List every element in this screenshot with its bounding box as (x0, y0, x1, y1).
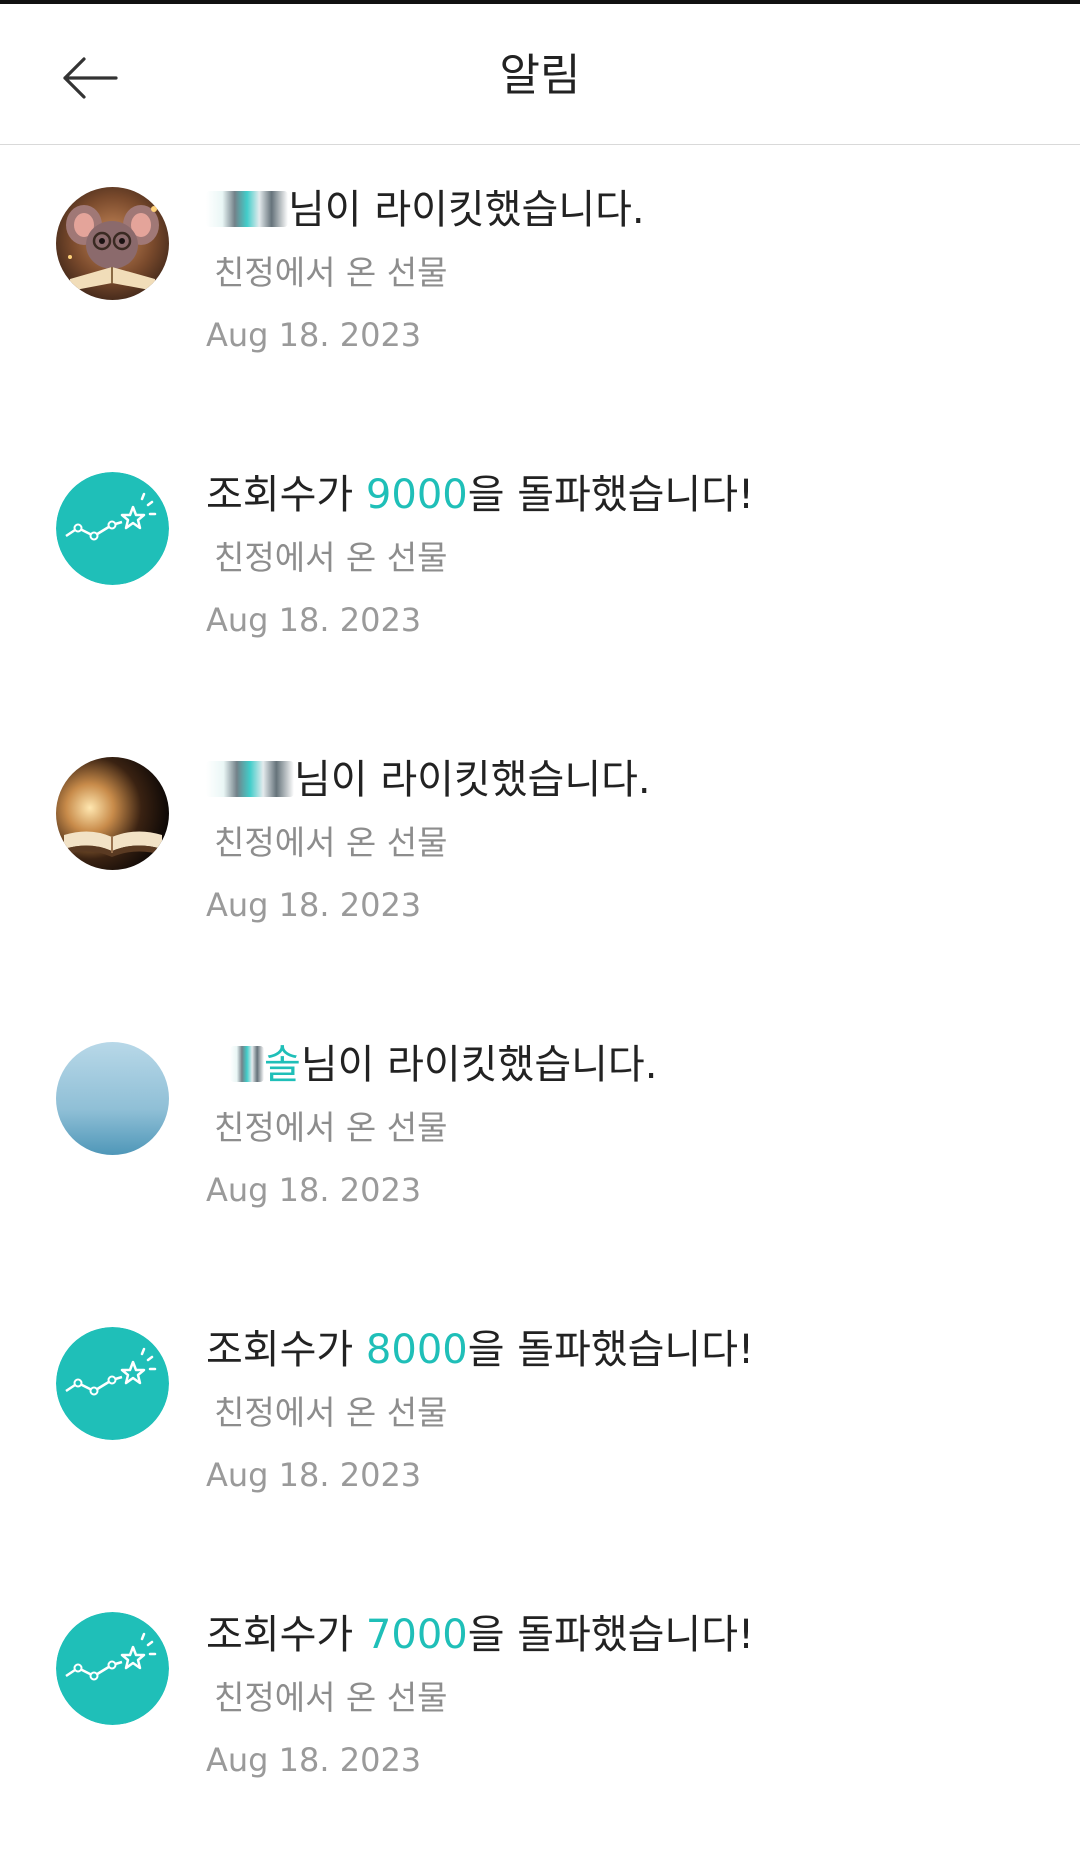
message-text: 님이 라이킷했습니다. (294, 757, 651, 803)
views-chart-icon[interactable] (56, 1327, 169, 1440)
notification-date: Aug 18. 2023 (206, 886, 422, 924)
message-suffix: 을 돌파했습니다! (467, 1612, 755, 1658)
message-prefix: 조회수가 (206, 1327, 366, 1373)
avatar-open-book-icon[interactable] (56, 757, 169, 870)
app-header: 알림 (0, 4, 1080, 145)
views-chart-icon[interactable] (56, 1612, 169, 1725)
page-title: 알림 (499, 50, 581, 101)
avatar-mouse-reading-icon[interactable] (56, 187, 169, 300)
user-name-redacted (206, 191, 288, 227)
message-prefix: 조회수가 (206, 472, 366, 518)
view-count: 8000 (365, 1327, 468, 1373)
message-prefix: 조회수가 (206, 1612, 366, 1658)
notification-date: Aug 18. 2023 (206, 601, 422, 639)
notification-message: 솔님이 라이킷했습니다. (206, 1038, 1040, 1092)
notification-source: 친정에서 온 선물 (214, 253, 448, 292)
view-count: 9000 (365, 472, 468, 518)
notification-source: 친정에서 온 선물 (214, 538, 448, 577)
user-name-redacted (206, 761, 294, 797)
notification-date: Aug 18. 2023 (206, 316, 422, 354)
user-name-redacted (230, 1046, 264, 1082)
notification-date: Aug 18. 2023 (206, 1456, 422, 1494)
avatar-blue-gradient-icon[interactable] (56, 1042, 169, 1155)
notification-message: 조회수가 7000을 돌파했습니다! (206, 1608, 1040, 1662)
notification-message: 님이 라이킷했습니다. (206, 183, 1040, 237)
notification-item[interactable]: 조회수가 7000을 돌파했습니다! 친정에서 온 선물 Aug 18. 202… (0, 1570, 1080, 1855)
message-suffix: 을 돌파했습니다! (467, 1327, 755, 1373)
notification-message: 조회수가 8000을 돌파했습니다! (206, 1323, 1040, 1377)
views-chart-icon[interactable] (56, 472, 169, 585)
message-text: 님이 라이킷했습니다. (300, 1042, 658, 1088)
notification-date: Aug 18. 2023 (206, 1171, 422, 1209)
notification-source: 친정에서 온 선물 (214, 823, 448, 862)
notification-item[interactable]: 솔님이 라이킷했습니다. 친정에서 온 선물 Aug 18. 2023 (0, 1000, 1080, 1285)
notification-list: 님이 라이킷했습니다. 친정에서 온 선물 Aug 18. 2023 조회수가 … (0, 145, 1080, 1855)
notification-item[interactable]: 조회수가 8000을 돌파했습니다! 친정에서 온 선물 Aug 18. 202… (0, 1285, 1080, 1570)
notification-item[interactable]: 님이 라이킷했습니다. 친정에서 온 선물 Aug 18. 2023 (0, 715, 1080, 1000)
notification-item[interactable]: 님이 라이킷했습니다. 친정에서 온 선물 Aug 18. 2023 (0, 145, 1080, 430)
notification-source: 친정에서 온 선물 (214, 1108, 448, 1147)
notification-item[interactable]: 조회수가 9000을 돌파했습니다! 친정에서 온 선물 Aug 18. 202… (0, 430, 1080, 715)
view-count: 7000 (365, 1612, 468, 1658)
notification-message: 조회수가 9000을 돌파했습니다! (206, 468, 1040, 522)
notification-message: 님이 라이킷했습니다. (206, 753, 1040, 807)
notification-date: Aug 18. 2023 (206, 1741, 422, 1779)
notification-source: 친정에서 온 선물 (214, 1678, 448, 1717)
notification-source: 친정에서 온 선물 (214, 1393, 448, 1432)
message-text: 님이 라이킷했습니다. (288, 187, 645, 233)
message-suffix: 을 돌파했습니다! (467, 472, 755, 518)
user-name: 솔 (264, 1042, 301, 1088)
